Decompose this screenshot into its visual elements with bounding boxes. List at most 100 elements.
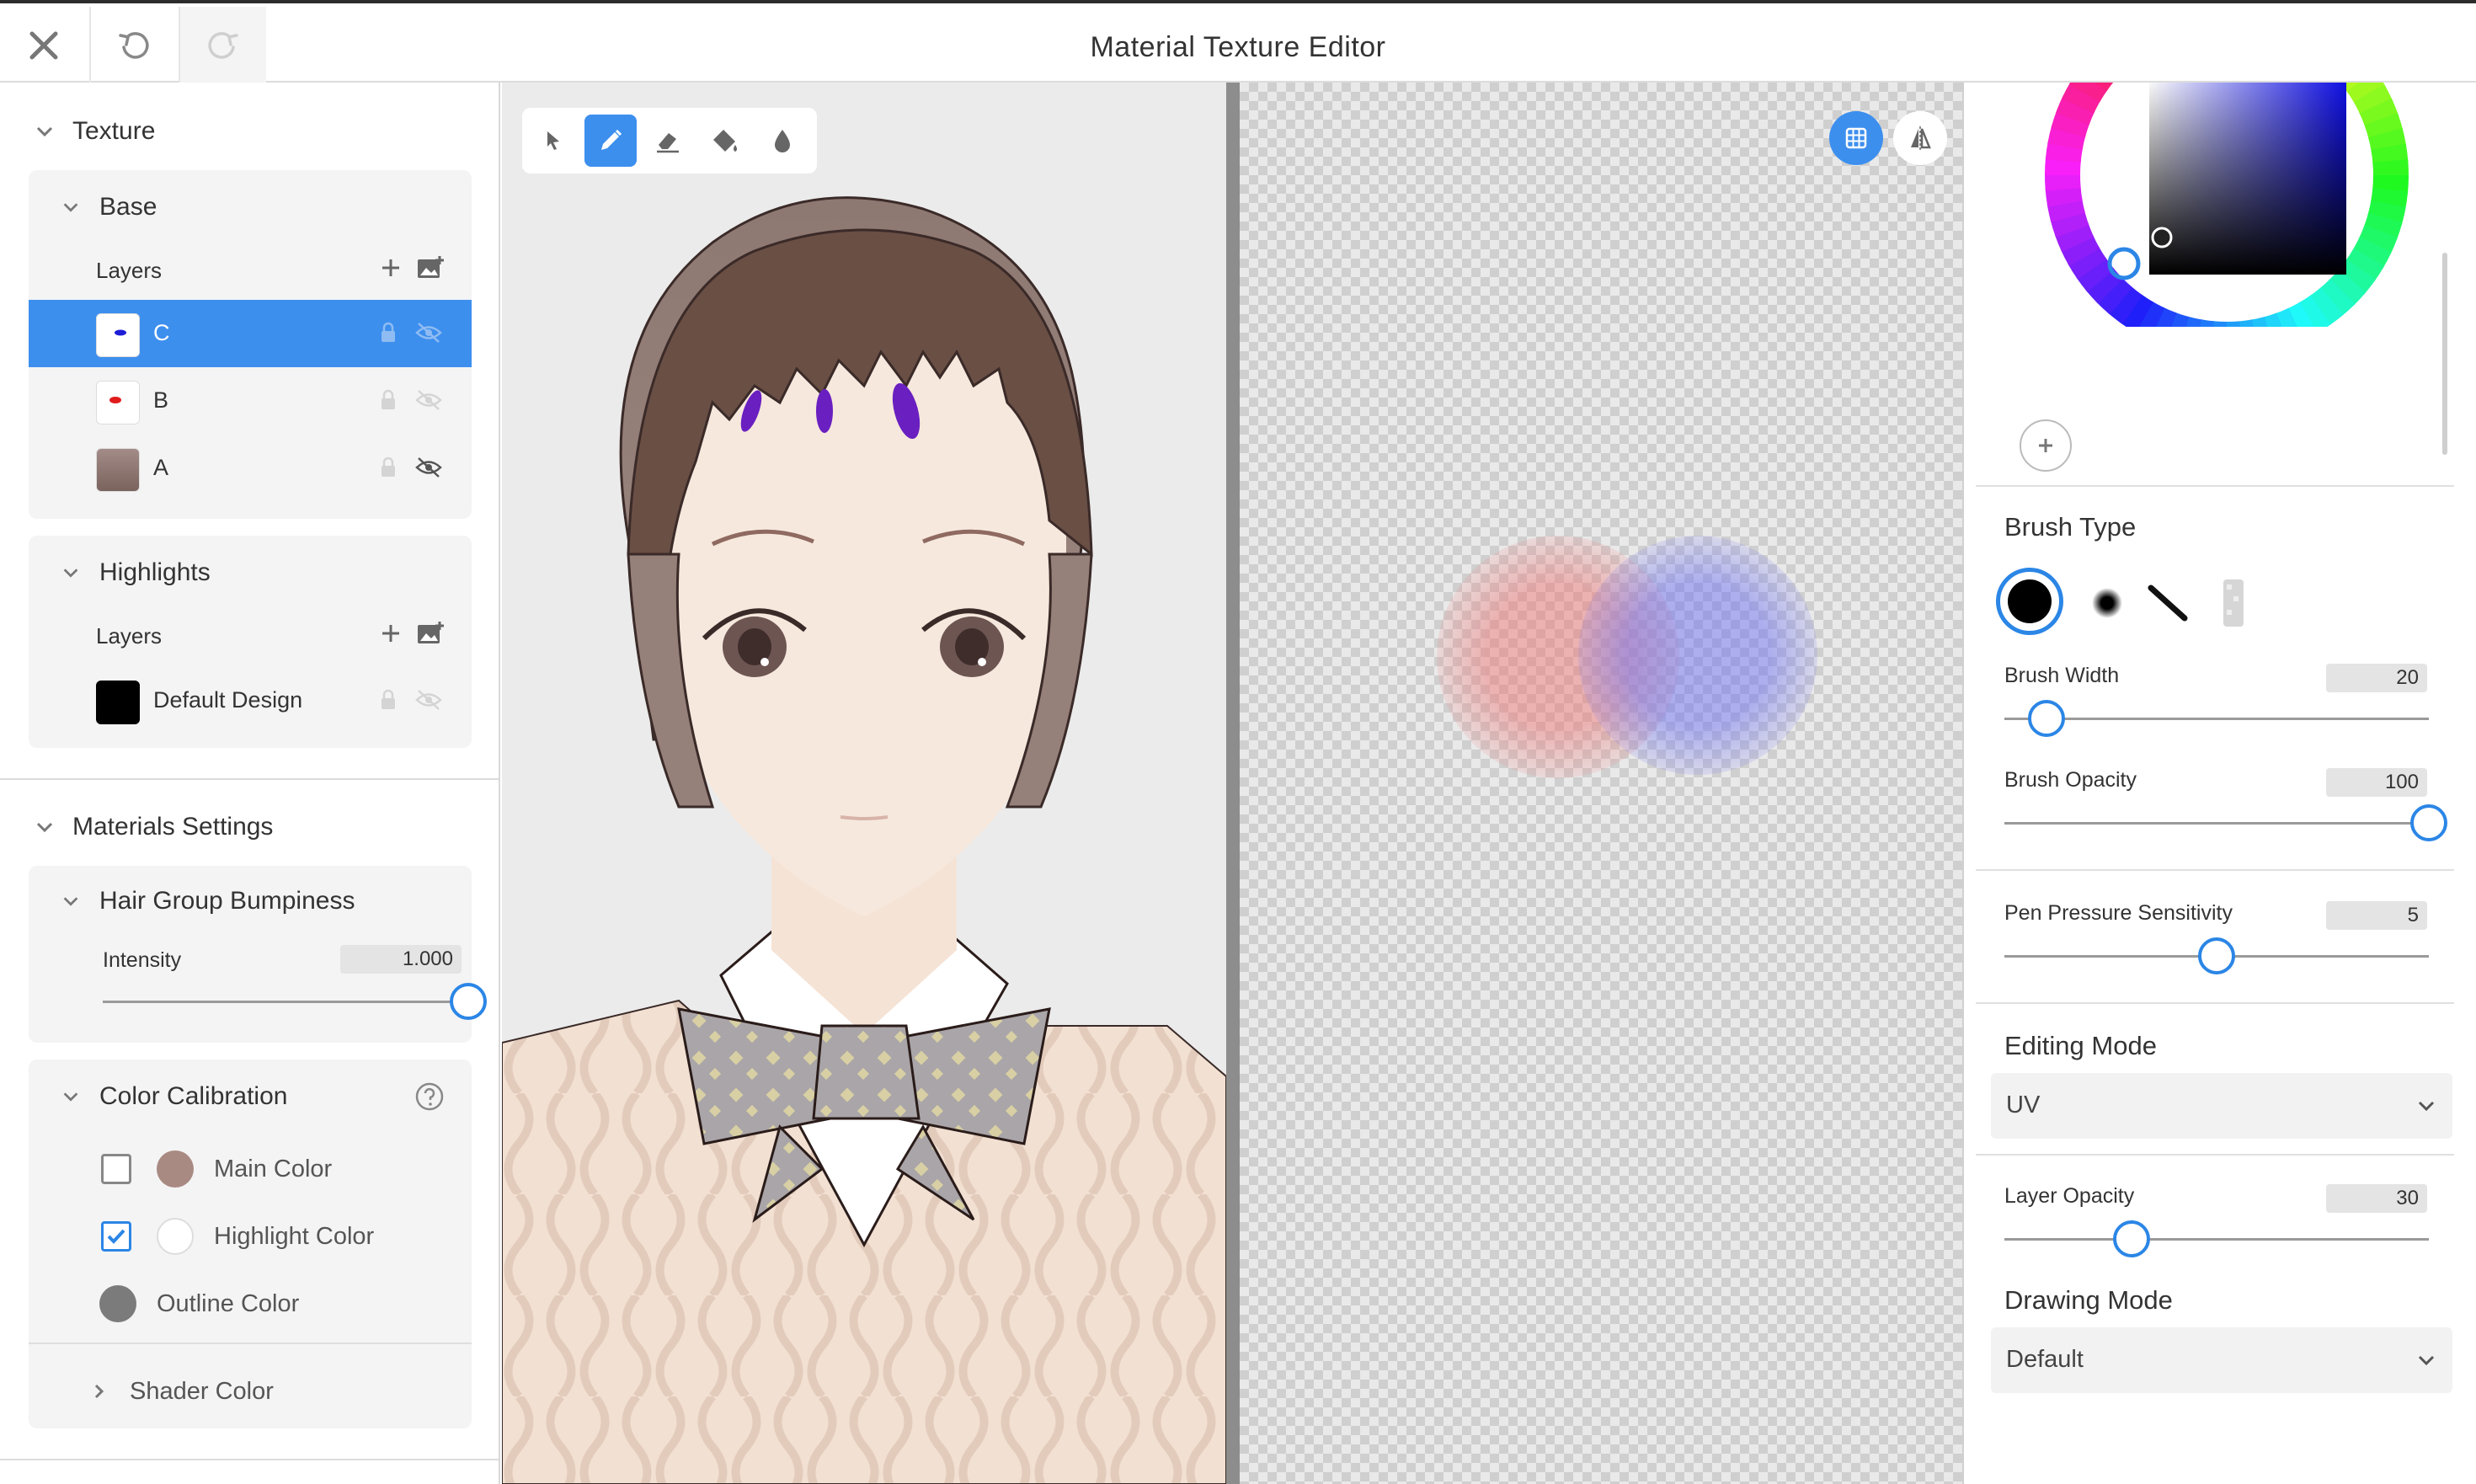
chevron-down-icon (63, 897, 78, 906)
chevron-down-icon (36, 126, 53, 137)
brush-settings-panel: Brush Type Brush Width 20 Brush Opacity … (1966, 83, 2476, 1484)
layer-name: Default Design (153, 687, 303, 713)
fill-tool-button[interactable] (699, 115, 751, 167)
lock-icon[interactable] (376, 320, 401, 345)
chevron-down-icon (63, 203, 78, 212)
materials-section-header[interactable]: Materials Settings (0, 800, 500, 854)
editing-mode-select[interactable]: UV (1991, 1073, 2452, 1139)
help-icon[interactable] (414, 1081, 445, 1112)
lock-icon[interactable] (376, 387, 401, 413)
layer-name: C (153, 320, 170, 345)
hidden-eye-icon[interactable] (414, 687, 443, 713)
color-calibration-header[interactable]: Color Calibration (29, 1071, 472, 1122)
hard-round-brush-icon (2008, 579, 2052, 623)
pen-pressure-slider-handle[interactable] (2198, 937, 2235, 974)
materials-section-label: Materials Settings (72, 813, 274, 841)
add-layer-icon[interactable] (377, 254, 404, 281)
left-panel: Texture Base Layers C B A Highlights Lay… (0, 83, 500, 1484)
soft-brush-icon (2092, 588, 2122, 618)
highlight-color-label: Highlight Color (214, 1223, 375, 1250)
brush-opacity-slider-track[interactable] (2004, 822, 2429, 825)
close-button[interactable] (0, 7, 88, 84)
add-color-button[interactable] (2020, 419, 2072, 472)
hidden-eye-icon[interactable] (414, 455, 443, 480)
texture-brush-button[interactable] (2207, 576, 2260, 630)
texture-section-header[interactable]: Texture (0, 104, 500, 158)
soft-brush-button[interactable] (2084, 579, 2131, 627)
brush-opacity-slider-handle[interactable] (2410, 804, 2447, 841)
line-brush-button[interactable] (2141, 576, 2195, 630)
base-layers-row: Layers (29, 248, 472, 290)
highlight-color-swatch[interactable] (157, 1218, 194, 1255)
section-divider (0, 1459, 499, 1460)
close-icon (29, 31, 58, 60)
chevron-down-icon (2418, 1355, 2435, 1366)
highlight-color-row: Highlight Color (29, 1211, 472, 1262)
brush-width-value[interactable]: 20 (2326, 664, 2427, 692)
line-brush-icon (2148, 585, 2188, 622)
intensity-label: Intensity (103, 948, 182, 972)
mirror-toggle-button[interactable] (1893, 111, 1947, 165)
hard-round-brush-button[interactable] (1996, 568, 2063, 635)
lock-icon[interactable] (376, 687, 401, 713)
brush-width-slider-handle[interactable] (2028, 700, 2066, 737)
main-color-swatch[interactable] (157, 1150, 194, 1188)
hidden-eye-icon[interactable] (414, 387, 443, 413)
layer-thumbnail (96, 381, 140, 424)
highlights-group-header[interactable]: Highlights (29, 547, 472, 598)
hidden-eye-icon[interactable] (414, 320, 443, 345)
pen-pressure-value[interactable]: 5 (2326, 901, 2427, 930)
chevron-down-icon (63, 569, 78, 578)
redo-button[interactable] (179, 7, 266, 84)
chevron-down-icon (63, 1092, 78, 1102)
drawing-mode-select[interactable]: Default (1991, 1327, 2452, 1393)
lock-icon[interactable] (376, 455, 401, 480)
intensity-slider-track[interactable] (103, 1001, 468, 1003)
intensity-value[interactable]: 1.000 (340, 945, 462, 974)
chevron-down-icon (2418, 1101, 2435, 1112)
layer-item-default-design[interactable]: Default Design (29, 667, 472, 734)
brush-width-slider-track[interactable] (2004, 718, 2429, 720)
layer-item-b[interactable]: B (29, 367, 472, 435)
layer-opacity-slider-handle[interactable] (2113, 1220, 2151, 1257)
dropper-tool-button[interactable] (756, 115, 808, 167)
chevron-down-icon (36, 822, 53, 833)
add-image-layer-icon[interactable] (416, 254, 445, 281)
editing-mode-label: Editing Mode (2004, 1031, 2157, 1060)
outline-color-swatch[interactable] (99, 1285, 136, 1322)
divider (29, 1343, 472, 1344)
layer-item-a[interactable]: A (29, 435, 472, 502)
color-wheel-picker[interactable] (2033, 83, 2420, 327)
character-model-preview[interactable] (502, 83, 1226, 1484)
highlight-color-checkbox[interactable] (101, 1221, 131, 1252)
base-group-header[interactable]: Base (29, 182, 472, 232)
main-color-checkbox[interactable] (101, 1154, 131, 1184)
layer-item-c[interactable]: C (29, 300, 472, 367)
add-layer-icon[interactable] (377, 620, 404, 647)
pen-tool-button[interactable] (584, 115, 637, 167)
fill-bucket-icon (713, 130, 737, 152)
undo-button[interactable] (89, 7, 177, 84)
layer-opacity-value[interactable]: 30 (2326, 1184, 2427, 1213)
divider (1976, 869, 2454, 871)
uv-texture-canvas[interactable] (1240, 83, 1964, 1484)
highlights-layers-row: Layers (29, 613, 472, 655)
intensity-slider-handle[interactable] (450, 983, 487, 1020)
layer-opacity-slider-track[interactable] (2004, 1238, 2429, 1241)
eraser-icon (657, 133, 679, 153)
select-tool-button[interactable] (527, 115, 579, 167)
shader-color-header[interactable]: Shader Color (29, 1366, 472, 1417)
eraser-tool-button[interactable] (642, 115, 694, 167)
divider (1976, 485, 2454, 487)
main-color-label: Main Color (214, 1156, 333, 1182)
shader-color-label: Shader Color (130, 1377, 274, 1405)
model-viewport[interactable] (502, 83, 1226, 1484)
hair-bumpiness-header[interactable]: Hair Group Bumpiness (29, 876, 472, 926)
panel-scrollbar[interactable] (2442, 253, 2447, 455)
viewport-splitter[interactable] (1226, 83, 1240, 1484)
grid-toggle-button[interactable] (1829, 111, 1883, 165)
add-image-layer-icon[interactable] (416, 620, 445, 647)
brush-type-label: Brush Type (2004, 512, 2137, 542)
hair-bumpiness-card: Hair Group Bumpiness Intensity 1.000 (29, 866, 487, 1043)
brush-opacity-value[interactable]: 100 (2326, 768, 2427, 797)
